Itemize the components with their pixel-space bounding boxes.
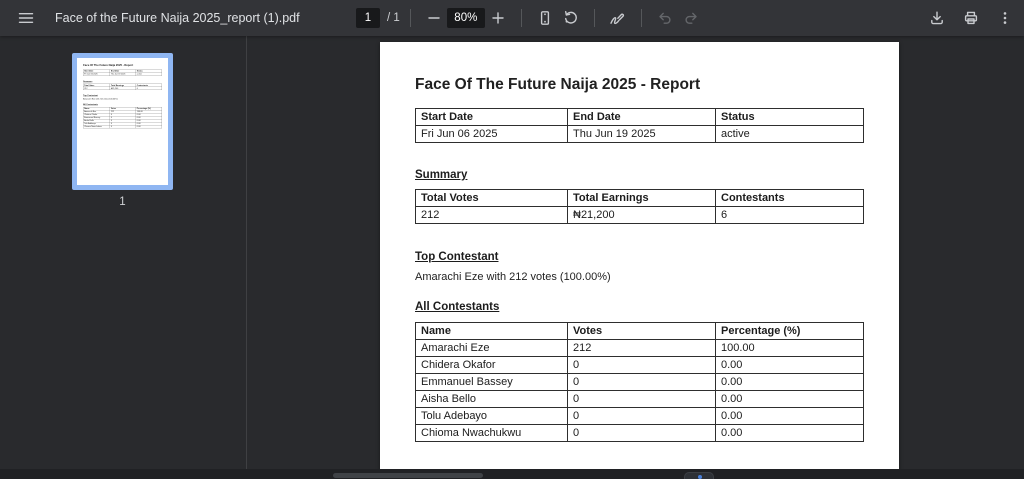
- print-button[interactable]: [958, 5, 984, 31]
- table-header-cell: Contestants: [715, 189, 864, 207]
- info-table: Start Date End Date Status Fri Jun 06 2025 T…: [415, 108, 864, 143]
- table-cell: 0.00: [715, 390, 864, 408]
- table-cell: 212: [415, 206, 568, 224]
- table-cell: Chidera Okafor: [415, 356, 568, 374]
- table-row: 212 ₦21,200 6: [415, 206, 864, 224]
- download-icon: [929, 10, 945, 26]
- menu-button[interactable]: [13, 5, 39, 31]
- table-row: Amarachi Eze 212 100.00: [415, 339, 864, 357]
- table-row: Emmanuel Bassey 0 0.00: [415, 373, 864, 391]
- all-contestants-heading: All Contestants: [415, 301, 500, 313]
- page-number-input[interactable]: [356, 8, 380, 28]
- fit-to-page-button[interactable]: [532, 5, 558, 31]
- top-contestant-heading: Top Contestant: [415, 251, 499, 263]
- table-row: Tolu Adebayo 0 0.00: [415, 407, 864, 425]
- document-title: Face of the Future Naija 2025_report (1)…: [55, 11, 300, 25]
- table-cell: 100.00: [715, 339, 864, 357]
- table-cell: Thu Jun 19 2025: [567, 125, 716, 143]
- page-thumbnail[interactable]: Face Of The Future Naija 2025 - Report S…: [72, 53, 173, 190]
- undo-button[interactable]: [652, 5, 678, 31]
- table-cell: 0.00: [715, 356, 864, 374]
- table-cell: active: [715, 125, 864, 143]
- table-cell: Emmanuel Bassey: [415, 373, 568, 391]
- table-row: Total Votes Total Earnings Contestants: [415, 189, 864, 207]
- table-row: Chioma Nwachukwu 0 0.00: [415, 424, 864, 442]
- minus-icon: [426, 10, 442, 26]
- table-cell: 0: [567, 407, 716, 425]
- top-contestant-text: Amarachi Eze with 212 votes (100.00%): [415, 271, 611, 283]
- table-cell: 0: [567, 424, 716, 442]
- table-cell: Fri Jun 06 2025: [415, 125, 568, 143]
- table-header-cell: Total Votes: [415, 189, 568, 207]
- table-cell: Amarachi Eze: [415, 339, 568, 357]
- table-cell: 6: [715, 206, 864, 224]
- table-cell: Tolu Adebayo: [415, 407, 568, 425]
- download-button[interactable]: [924, 5, 950, 31]
- table-header-cell: Start Date: [415, 108, 568, 126]
- taskbar-app-dot-icon: [698, 475, 702, 479]
- zoom-level-display[interactable]: 80%: [446, 8, 485, 28]
- contestants-table: Name Votes Percentage (%) Amarachi Eze 212 10…: [415, 322, 864, 442]
- fit-to-page-icon: [537, 10, 553, 26]
- table-row: Fri Jun 06 2025 Thu Jun 19 2025 active: [415, 125, 864, 143]
- table-header-cell: End Date: [567, 108, 716, 126]
- page-thumbnail-preview: Face Of The Future Naija 2025 - Report S…: [77, 58, 168, 185]
- rotate-button[interactable]: [558, 5, 584, 31]
- taskbar-peek-widget[interactable]: [684, 472, 714, 479]
- table-cell: 0.00: [715, 373, 864, 391]
- table-cell: Aisha Bello: [415, 390, 568, 408]
- pdf-viewer-window: Face of the Future Naija 2025_report (1)…: [0, 0, 1024, 479]
- table-header-cell: Percentage (%): [715, 322, 864, 340]
- pdf-toolbar: Face of the Future Naija 2025_report (1)…: [0, 0, 1024, 36]
- table-cell: ₦21,200: [567, 206, 716, 224]
- redo-icon: [683, 10, 699, 26]
- plus-icon: [490, 10, 506, 26]
- table-cell: 0: [567, 373, 716, 391]
- document-viewer: Face Of The Future Naija 2025 - Report S…: [248, 36, 1024, 469]
- zoom-in-button[interactable]: [485, 5, 511, 31]
- thumbnail-page-number: 1: [119, 196, 126, 208]
- table-header-cell: Votes: [567, 322, 716, 340]
- table-header-cell: Name: [415, 322, 568, 340]
- thumbnail-sidebar: Face Of The Future Naija 2025 - Report S…: [0, 36, 247, 469]
- table-cell: 0.00: [715, 424, 864, 442]
- table-header-cell: Status: [715, 108, 864, 126]
- summary-table: Total Votes Total Earnings Contestants 212 ₦…: [415, 189, 864, 224]
- toolbar-center-controls: / 1 80%: [356, 0, 704, 36]
- zoom-out-button[interactable]: [421, 5, 447, 31]
- table-row: Start Date End Date Status: [415, 108, 864, 126]
- toolbar-divider: [640, 9, 642, 27]
- table-row: Name Votes Percentage (%): [415, 322, 864, 340]
- table-cell: 0.00: [715, 407, 864, 425]
- report-title: Face Of The Future Naija 2025 - Report: [415, 76, 701, 93]
- table-row: Chidera Okafor 0 0.00: [415, 356, 864, 374]
- table-cell: 0: [567, 356, 716, 374]
- pdf-page: Face Of The Future Naija 2025 - Report S…: [380, 42, 899, 469]
- redo-button[interactable]: [678, 5, 704, 31]
- rotate-icon: [563, 10, 579, 26]
- table-row: Aisha Bello 0 0.00: [415, 390, 864, 408]
- toolbar-divider: [520, 9, 522, 27]
- table-header-cell: Total Earnings: [567, 189, 716, 207]
- toolbar-divider: [593, 9, 595, 27]
- table-cell: 212: [567, 339, 716, 357]
- undo-icon: [657, 10, 673, 26]
- page-count-label: / 1: [387, 12, 400, 24]
- annotate-button[interactable]: [605, 5, 631, 31]
- pen-squiggle-icon: [609, 10, 626, 27]
- print-icon: [963, 10, 979, 26]
- summary-heading: Summary: [415, 169, 468, 181]
- table-cell: Chioma Nwachukwu: [415, 424, 568, 442]
- kebab-menu-icon: [997, 10, 1013, 26]
- hamburger-icon: [17, 9, 35, 27]
- horizontal-scrollbar-thumb[interactable]: [333, 473, 483, 478]
- toolbar-divider: [409, 9, 411, 27]
- bottom-bar: [0, 469, 1024, 479]
- table-cell: 0: [567, 390, 716, 408]
- toolbar-right-controls: [924, 0, 1018, 36]
- more-options-button[interactable]: [992, 5, 1018, 31]
